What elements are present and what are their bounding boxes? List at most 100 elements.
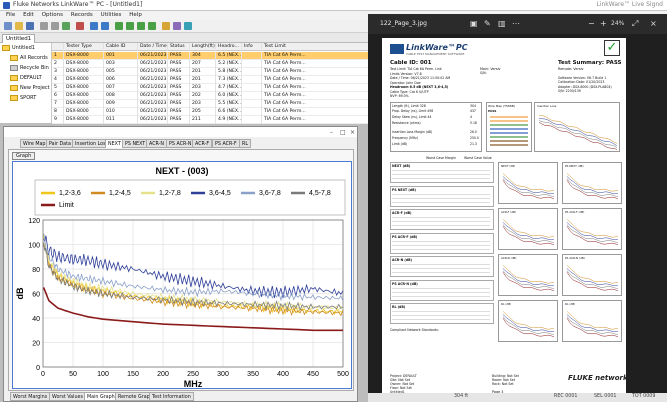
tab-ps-acr-f[interactable]: PS ACR-F bbox=[212, 139, 240, 148]
mini-graph-title: RL (dB) bbox=[565, 302, 576, 306]
tree-root[interactable]: Untitled1 bbox=[2, 44, 35, 53]
column-header[interactable]: Date / Time bbox=[138, 43, 168, 51]
delete-icon[interactable]: ▥ bbox=[498, 19, 506, 28]
table-row[interactable]: 4 DSX-8000 006 06/21/2023... PASS 201 7.3 (NEX… bbox=[52, 76, 378, 84]
result-row-rule bbox=[392, 264, 490, 265]
tab-acr-n[interactable]: ACR-N bbox=[146, 139, 168, 148]
tree-item-sport[interactable]: SPORT bbox=[10, 94, 36, 103]
column-header[interactable] bbox=[52, 43, 64, 51]
mini-graph-line bbox=[566, 268, 619, 287]
table-row[interactable]: 9 DSX-8000 011 06/21/2023... PASS 211 4.9 (NEX… bbox=[52, 116, 378, 124]
column-header[interactable]: Cable ID bbox=[104, 43, 138, 51]
graph-panel: Graph NEXT - (003) 1,2-3,6 1,2-4,5 1,2-7,8 3… bbox=[8, 149, 354, 391]
menu-file[interactable]: File bbox=[6, 11, 15, 20]
menu-options[interactable]: Options bbox=[42, 11, 63, 20]
more-icon[interactable]: ⋯ bbox=[512, 19, 520, 28]
table-row[interactable]: 1 DSX-8000 001 06/21/2023... PASS 304 6.5 (NEX… bbox=[52, 52, 378, 60]
result-row-rule bbox=[392, 217, 490, 218]
column-header[interactable]: Info bbox=[242, 43, 262, 51]
x-tick-label: 250 bbox=[187, 371, 199, 378]
tab-pair-data[interactable]: Pair Data bbox=[46, 139, 74, 148]
maximize-icon[interactable]: □ bbox=[340, 129, 346, 136]
column-header[interactable]: Headro... bbox=[216, 43, 242, 51]
open-icon[interactable] bbox=[15, 22, 23, 30]
tab-ps-acr-n[interactable]: PS ACR-N bbox=[166, 139, 195, 148]
filter-icon[interactable] bbox=[101, 22, 109, 30]
length-value: 304 bbox=[470, 104, 477, 108]
result-row-rule bbox=[392, 225, 490, 226]
table-cell: PASS bbox=[168, 108, 190, 116]
report-info-line: S/N: 2230/139 bbox=[558, 89, 581, 93]
zoom-out-icon[interactable]: − bbox=[588, 19, 595, 28]
tab-worst-values[interactable]: Worst Values bbox=[49, 392, 86, 401]
x-tick-label: 350 bbox=[247, 371, 259, 378]
tab-ps-next[interactable]: PS NEXT bbox=[122, 139, 149, 148]
tab-acr-f[interactable]: ACR-F bbox=[192, 139, 213, 148]
menu-utilities[interactable]: Utilities bbox=[101, 11, 122, 20]
tab-wire-map[interactable]: Wire Map bbox=[20, 139, 49, 148]
zoom-in-icon[interactable]: + bbox=[600, 19, 607, 28]
table-row[interactable]: 8 DSX-8000 010 06/21/2023... PASS 205 6.6 (NEX… bbox=[52, 108, 378, 116]
table-cell: 4 bbox=[52, 76, 64, 84]
tab-untitled1[interactable]: Untitled1 bbox=[2, 34, 36, 43]
table-header: Tester Type Cable ID Date / Time Status … bbox=[52, 43, 378, 51]
column-header[interactable]: Length(ft) bbox=[190, 43, 216, 51]
import-icon[interactable] bbox=[40, 22, 48, 30]
tab-worst-margins[interactable]: Worst Margins bbox=[10, 392, 51, 401]
summary-row-label: Delay Skew (ns), Limit 44 bbox=[392, 115, 432, 119]
tree-item-default[interactable]: DEFAULT bbox=[10, 74, 42, 83]
image-icon[interactable]: ▣ bbox=[470, 19, 478, 28]
next-record-icon[interactable] bbox=[137, 22, 145, 30]
table-cell: 06/21/2023... bbox=[140, 60, 168, 68]
new-icon[interactable] bbox=[4, 22, 12, 30]
report-icon[interactable] bbox=[162, 22, 170, 30]
table-row[interactable]: 6 DSX-8000 008 06/21/2023... PASS 202 6.0 (NEX… bbox=[52, 92, 378, 100]
settings-icon[interactable] bbox=[173, 22, 181, 30]
table-row[interactable]: 3 DSX-8000 005 06/21/2023... PASS 201 5.8 (NEX… bbox=[52, 68, 378, 76]
tree-item-recycle-bin[interactable]: Recycle Bin bbox=[10, 64, 49, 73]
tab-rl[interactable]: RL bbox=[239, 139, 252, 148]
help-icon[interactable] bbox=[184, 22, 192, 30]
table-row[interactable]: 5 DSX-8000 007 06/21/2023... PASS 203 4.7 (NEX… bbox=[52, 84, 378, 92]
menu-help[interactable]: Help bbox=[129, 11, 142, 20]
mini-graph-line bbox=[566, 224, 619, 243]
column-header[interactable]: Tester Type bbox=[64, 43, 104, 51]
mini-graph-line bbox=[502, 316, 555, 335]
tab-main-graph[interactable]: Main Graph bbox=[84, 392, 118, 401]
table-row[interactable]: 2 DSX-8000 003 06/21/2023... PASS 207 5.2 (NEX… bbox=[52, 60, 378, 68]
column-header[interactable]: Status bbox=[168, 43, 190, 51]
fit-icon[interactable]: ⤢ bbox=[632, 19, 638, 29]
tab-test-information[interactable]: Test Information bbox=[149, 392, 194, 401]
delete-icon[interactable] bbox=[76, 22, 84, 30]
table-cell: 201 bbox=[190, 68, 216, 76]
summary-row-value: 5.18 bbox=[470, 121, 477, 125]
edit-icon[interactable]: ✎ bbox=[484, 19, 491, 28]
export-icon[interactable] bbox=[51, 22, 59, 30]
last-record-icon[interactable] bbox=[148, 22, 156, 30]
tree-item-new-project[interactable]: New Project bbox=[10, 84, 50, 93]
table-cell: DSX-8000 bbox=[64, 84, 104, 92]
column-header[interactable]: Test Limit bbox=[262, 43, 378, 51]
prev-record-icon[interactable] bbox=[126, 22, 134, 30]
mini-graph-line bbox=[566, 178, 619, 197]
tab-next[interactable]: NEXT bbox=[105, 139, 124, 148]
report-info-line: Software Version: V6.7 Build 1 bbox=[558, 75, 607, 80]
menu-edit[interactable]: Edit bbox=[23, 11, 34, 20]
print-icon[interactable] bbox=[62, 22, 70, 30]
minimize-icon[interactable]: – bbox=[330, 129, 333, 136]
first-record-icon[interactable] bbox=[115, 22, 123, 30]
close-icon[interactable]: × bbox=[350, 129, 355, 136]
find-icon[interactable] bbox=[90, 22, 98, 30]
result-row-rule bbox=[392, 221, 490, 222]
x-tick-label: 450 bbox=[307, 371, 319, 378]
graph-button[interactable]: Graph bbox=[12, 152, 36, 160]
table-cell: 8 bbox=[52, 108, 64, 116]
viewer-close-icon[interactable]: × bbox=[650, 19, 657, 28]
report-info-line: NVP: 69.0% bbox=[390, 94, 409, 98]
tree-item-all-records[interactable]: All Records bbox=[10, 54, 48, 63]
mini-graph-line bbox=[538, 120, 618, 148]
save-icon[interactable] bbox=[26, 22, 34, 30]
table-row[interactable]: 7 DSX-8000 009 06/21/2023... PASS 203 5.5 (NEX… bbox=[52, 100, 378, 108]
menu-records[interactable]: Records bbox=[71, 11, 93, 20]
result-row-rule bbox=[392, 287, 490, 289]
